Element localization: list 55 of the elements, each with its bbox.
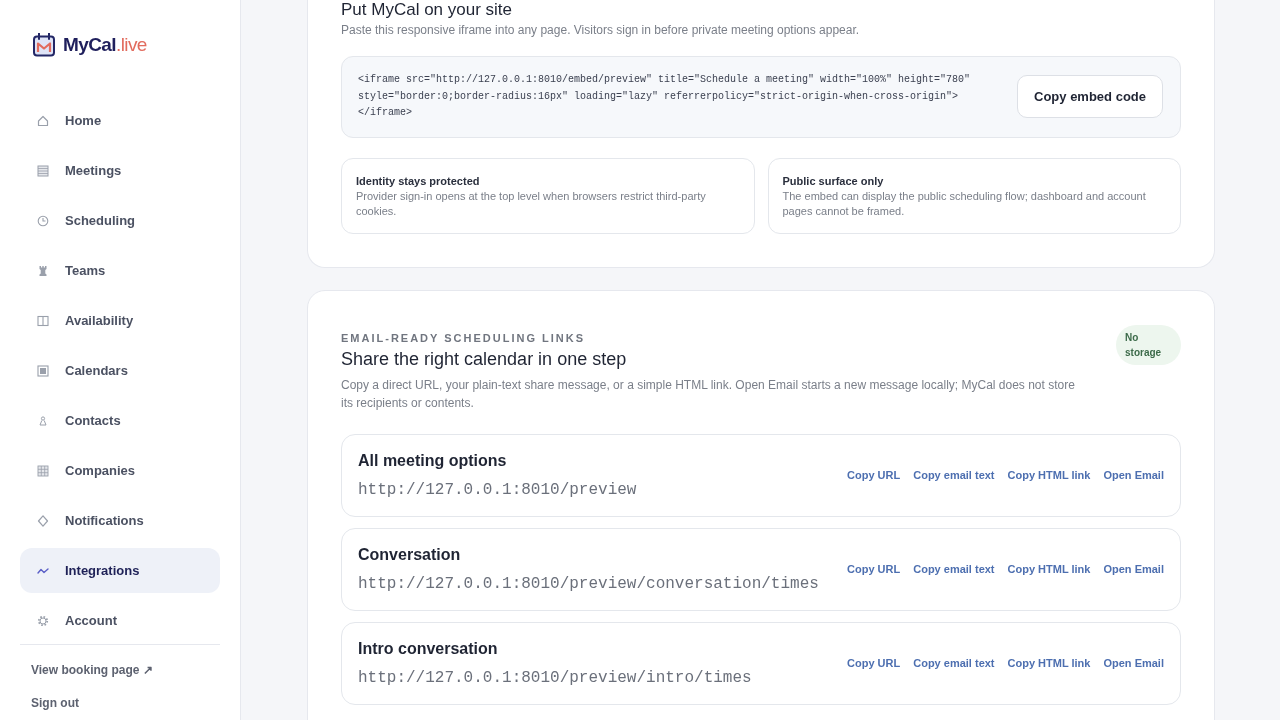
- note-title: Public surface only: [782, 173, 885, 189]
- diamond-icon: [37, 514, 49, 527]
- action-link[interactable]: Copy email text: [913, 657, 995, 669]
- nav-item[interactable]: Companies: [20, 448, 220, 493]
- nav-item[interactable]: Teams: [20, 248, 220, 293]
- nav-item[interactable]: Availability: [20, 298, 220, 343]
- nav-item[interactable]: Account: [20, 598, 220, 643]
- action-link[interactable]: Open Email: [1103, 563, 1164, 575]
- logo-text: MyCal.live: [63, 34, 147, 56]
- action-link[interactable]: Copy URL: [847, 469, 901, 481]
- note-text: The embed can display the public scheduling flow; dashboard and account pages cannot be framed.: [782, 188, 1147, 219]
- note-text: Provider sign-in opens at the top level when browsers restrict third-party cookies.: [356, 188, 707, 219]
- action-link[interactable]: Copy email text: [913, 469, 995, 481]
- sidebar-link[interactable]: View booking page ↗: [31, 662, 153, 678]
- nav-item[interactable]: Calendars: [20, 348, 220, 393]
- action-link[interactable]: Open Email: [1103, 469, 1164, 481]
- action-link[interactable]: Copy URL: [847, 563, 901, 575]
- sidebar-link[interactable]: Sign out: [31, 695, 79, 711]
- action-link[interactable]: Copy HTML link: [1007, 657, 1091, 669]
- nav-item[interactable]: Scheduling: [20, 198, 220, 243]
- action-link[interactable]: Copy URL: [847, 657, 901, 669]
- nav-item[interactable]: Meetings: [20, 148, 220, 193]
- section-eyebrow: EMAIL-READY SCHEDULING LINKS: [341, 330, 587, 345]
- nav-item[interactable]: Notifications: [20, 498, 220, 543]
- link-url: http://127.0.0.1:8010/preview/intro/times: [358, 667, 752, 688]
- section-description: Copy a direct URL, your plain-text share message, or a simple HTML link. Open Email starts a new message locally; MyCal does not store its recipients or contents.: [341, 376, 1076, 412]
- action-link[interactable]: Copy HTML link: [1007, 469, 1091, 481]
- embed-code: <iframe src="http://127.0.0.1:8010/embed/preview" title="Schedule a meeting" width="100%" height="780" style="border:0;border-radius:16px" loading="lazy" referrerpolicy="strict-origin-when-cross-origin"> </iframe>: [358, 73, 972, 120]
- link-title: Conversation: [358, 544, 462, 565]
- home-icon: [37, 114, 49, 127]
- clock-icon: [37, 214, 49, 227]
- nav-item[interactable]: Contacts: [20, 398, 220, 443]
- action-link[interactable]: Copy HTML link: [1007, 563, 1091, 575]
- storage-badge: No storage: [1116, 324, 1181, 365]
- calendar-logo-icon: [33, 33, 55, 57]
- grid-icon: [37, 464, 49, 477]
- link-title: All meeting options: [358, 450, 508, 471]
- nav-item[interactable]: Home: [20, 98, 220, 143]
- pawn-icon: [37, 414, 49, 427]
- note-title: Identity stays protected: [356, 173, 481, 189]
- link-url: http://127.0.0.1:8010/preview/conversation/times: [358, 573, 819, 594]
- square-icon: [37, 364, 49, 377]
- action-link[interactable]: Copy email text: [913, 563, 995, 575]
- action-link[interactable]: Open Email: [1103, 657, 1164, 669]
- copy-embed-button[interactable]: Copy embed code: [1017, 75, 1163, 119]
- rook-icon: [37, 264, 49, 277]
- section-title: Put MyCal on your site: [341, 0, 513, 19]
- nav-item[interactable]: Integrations: [20, 548, 220, 593]
- section-title: Share the right calendar in one step: [341, 347, 627, 371]
- link-title: Intro conversation: [358, 638, 499, 659]
- list-icon: [37, 164, 49, 177]
- gear-icon: [37, 614, 49, 627]
- section-description: Paste this responsive iframe into any page. Visitors sign in before private meeting options appear.: [341, 22, 861, 39]
- columns-icon: [37, 314, 49, 327]
- link-url: http://127.0.0.1:8010/preview: [358, 479, 637, 500]
